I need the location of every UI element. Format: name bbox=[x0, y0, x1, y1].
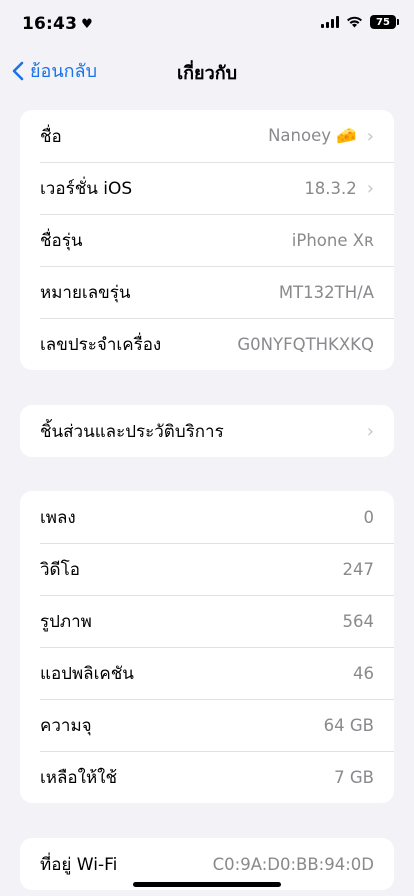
status-time: 16:43 ♥ bbox=[22, 14, 93, 34]
row-label: หมายเลขรุ่น bbox=[40, 282, 131, 303]
page-title: เกี่ยวกับ bbox=[176, 63, 238, 84]
row-label: ที่อยู่ Wi-Fi bbox=[40, 854, 118, 875]
row-label: เพลง bbox=[40, 507, 76, 528]
ios-version-row[interactable]: เวอร์ชั่น iOS 18.3.2 › bbox=[20, 162, 394, 214]
battery-icon: 75 bbox=[370, 15, 399, 29]
row-label: เวอร์ชั่น iOS bbox=[40, 178, 133, 199]
applications-row: แอปพลิเคชัน 46 bbox=[20, 647, 394, 699]
row-label: ชื่อ bbox=[40, 126, 62, 147]
photos-row: รูปภาพ 564 bbox=[20, 595, 394, 647]
row-label: รูปภาพ bbox=[40, 611, 92, 632]
status-bar: 16:43 ♥ 75 bbox=[0, 0, 414, 48]
capacity-row: ความจุ 64 GB bbox=[20, 699, 394, 751]
songs-row: เพลง 0 bbox=[20, 491, 394, 543]
model-name-row: ชื่อรุ่น iPhone Xʀ bbox=[20, 214, 394, 266]
chevron-right-icon: › bbox=[366, 177, 374, 199]
row-value: 0 bbox=[363, 507, 375, 527]
time-text: 16:43 bbox=[22, 14, 78, 34]
model-number-row[interactable]: หมายเลขรุ่น MT132TH/A bbox=[20, 266, 394, 318]
home-indicator[interactable] bbox=[133, 882, 281, 887]
parts-service-group: ชิ้นส่วนและประวัติบริการ › bbox=[20, 405, 394, 457]
row-value: 564 bbox=[342, 611, 375, 631]
row-value: 7 GB bbox=[334, 767, 374, 787]
heart-icon: ♥ bbox=[81, 16, 93, 32]
row-value: Nanoey 🧀 bbox=[268, 126, 357, 145]
cellular-signal-icon bbox=[321, 16, 339, 28]
row-label: วิดีโอ bbox=[40, 559, 80, 580]
chevron-right-icon: › bbox=[366, 125, 374, 147]
row-value: 64 GB bbox=[323, 715, 374, 735]
row-label: ความจุ bbox=[40, 715, 92, 736]
name-row[interactable]: ชื่อ Nanoey 🧀 › bbox=[20, 110, 394, 162]
device-info-group: ชื่อ Nanoey 🧀 › เวอร์ชั่น iOS 18.3.2 › ช… bbox=[20, 110, 394, 370]
row-value: 18.3.2 bbox=[304, 178, 357, 198]
row-value: C0:9A:D0:BB:94:0D bbox=[212, 854, 374, 874]
row-label: ชื่อรุ่น bbox=[40, 230, 83, 251]
battery-level: 75 bbox=[376, 16, 390, 28]
row-value: MT132TH/A bbox=[278, 282, 374, 302]
row-label: ชิ้นส่วนและประวัติบริการ bbox=[40, 421, 224, 442]
row-value: 247 bbox=[342, 559, 375, 579]
serial-number-row[interactable]: เลขประจำเครื่อง G0NYFQTHKXKQ bbox=[20, 318, 394, 370]
wifi-icon bbox=[347, 16, 362, 28]
row-label: เลขประจำเครื่อง bbox=[40, 334, 162, 355]
row-value: iPhone Xʀ bbox=[291, 230, 374, 250]
row-value: 46 bbox=[353, 663, 374, 683]
parts-service-history-row[interactable]: ชิ้นส่วนและประวัติบริการ › bbox=[20, 405, 394, 457]
status-icons: 75 bbox=[321, 15, 399, 29]
videos-row: วิดีโอ 247 bbox=[20, 543, 394, 595]
chevron-right-icon: › bbox=[366, 420, 374, 442]
available-row: เหลือให้ใช้ 7 GB bbox=[20, 751, 394, 803]
row-label: เหลือให้ใช้ bbox=[40, 767, 117, 788]
storage-group: เพลง 0 วิดีโอ 247 รูปภาพ 564 แอปพลิเคชัน… bbox=[20, 491, 394, 803]
row-label: แอปพลิเคชัน bbox=[40, 663, 134, 684]
nav-bar: ย้อนกลับ เกี่ยวกับ bbox=[0, 52, 414, 88]
row-value: G0NYFQTHKXKQ bbox=[237, 334, 374, 354]
